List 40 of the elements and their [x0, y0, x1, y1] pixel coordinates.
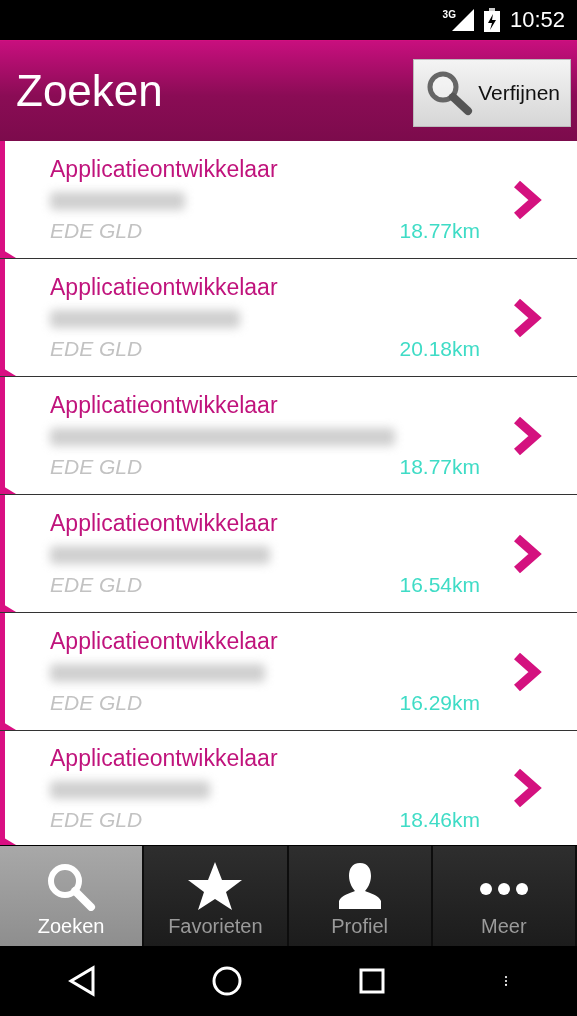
result-item[interactable]: Applicatieontwikkelaar EDE GLD 18.46km — [0, 731, 577, 845]
distance: 18.46km — [399, 806, 480, 833]
result-item[interactable]: Applicatieontwikkelaar EDE GLD 20.18km — [0, 259, 577, 377]
location: EDE GLD — [50, 690, 143, 716]
tab[interactable]: Favorieten — [144, 846, 289, 946]
job-title: Applicatieontwikkelaar — [50, 155, 279, 184]
chevron-icon — [511, 533, 543, 574]
distance: 18.77km — [399, 218, 480, 244]
battery-icon — [483, 8, 500, 32]
refine-button[interactable]: Verfijnen — [413, 59, 571, 127]
result-item[interactable]: Applicatieontwikkelaar EDE GLD 16.54km — [0, 495, 577, 613]
tab[interactable]: Meer — [432, 846, 577, 946]
result-item[interactable]: Applicatieontwikkelaar EDE GLD 18.77km — [0, 377, 577, 495]
chevron-icon — [511, 768, 543, 808]
location: EDE GLD — [50, 218, 143, 244]
location: EDE GLD — [50, 572, 143, 598]
clock: 10:52 — [509, 7, 565, 33]
chevron-icon — [511, 179, 543, 220]
job-title: Applicatieontwikkelaar — [50, 627, 279, 656]
distance: 16.54km — [399, 572, 480, 598]
network-type: 3G — [442, 9, 456, 20]
job-title: Applicatieontwikkelaar — [50, 743, 279, 773]
location: EDE GLD — [50, 336, 143, 362]
result-item[interactable]: Applicatieontwikkelaar EDE GLD 18.77km — [0, 141, 577, 259]
distance: 16.29km — [399, 690, 480, 716]
result-item[interactable]: Applicatieontwikkelaar EDE GLD 16.29km — [0, 613, 577, 731]
job-title: Applicatieontwikkelaar — [50, 509, 279, 538]
location: EDE GLD — [50, 454, 143, 480]
location: EDE GLD — [50, 806, 143, 833]
chevron-icon — [511, 651, 543, 692]
distance: 18.77km — [399, 454, 480, 480]
tab[interactable]: Zoeken — [0, 846, 145, 946]
screen-title: Zoeken — [16, 66, 163, 116]
job-title: Applicatieontwikkelaar — [50, 273, 279, 302]
job-title: Applicatieontwikkelaar — [50, 391, 279, 420]
distance: 20.18km — [399, 336, 480, 362]
more-icon — [479, 883, 528, 895]
tab[interactable]: Profiel — [288, 846, 433, 946]
chevron-icon — [511, 297, 543, 338]
chevron-icon — [511, 415, 543, 456]
